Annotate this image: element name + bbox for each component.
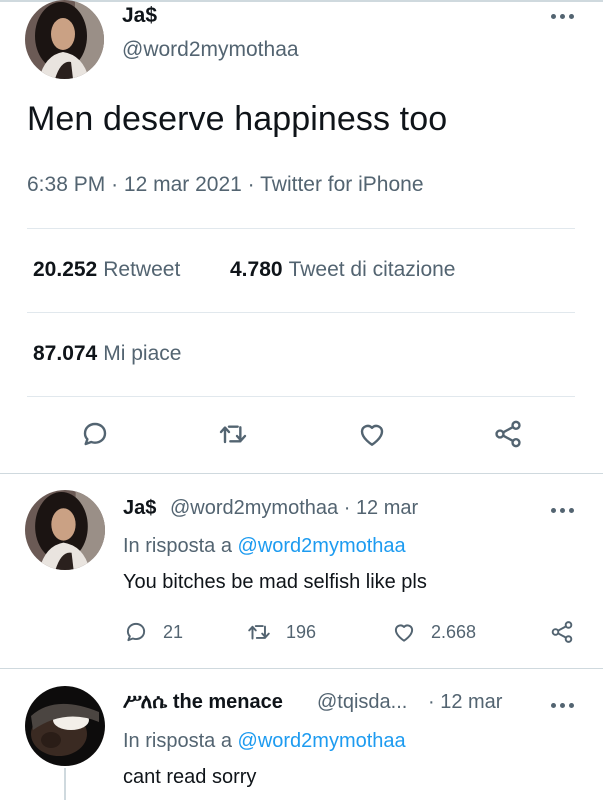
more-options-icon[interactable] [551, 14, 575, 20]
meta-separator: · [338, 497, 356, 519]
share-button[interactable] [492, 418, 524, 450]
avatar[interactable] [25, 686, 105, 766]
tweet-source[interactable]: Twitter for iPhone [260, 173, 423, 196]
main-tweet: Ja$ @word2mymothaa Men deserve happiness… [0, 0, 603, 474]
divider [27, 228, 575, 229]
reply-author-name[interactable]: ሥለሴ the menace [123, 691, 283, 714]
reply-author-handle[interactable]: @tqisda... [317, 691, 407, 714]
retweet-icon [219, 425, 247, 444]
quotes-count: 4.780 [230, 258, 283, 281]
more-options-icon[interactable] [551, 508, 575, 514]
in-reply-to: In risposta a @word2mymothaa [123, 730, 406, 753]
in-reply-handle-link[interactable]: @word2mymothaa [238, 730, 406, 752]
like-button[interactable]: 2.668 [391, 619, 476, 645]
tweet-time[interactable]: 6:38 PM [27, 173, 105, 196]
tweet-meta: 6:38 PM · 12 mar 2021 · Twitter for iPho… [27, 173, 424, 197]
reply-tweet[interactable]: ሥለሴ the menace @tqisda... · 12 mar In ri… [0, 669, 603, 800]
retweet-button[interactable]: 196 [246, 619, 316, 645]
divider [27, 396, 575, 397]
likes-stat[interactable]: 87.074 Mi piace [33, 342, 181, 366]
in-reply-prefix: In risposta a [123, 730, 232, 752]
retweets-count: 20.252 [33, 258, 98, 281]
meta-separator: · [428, 691, 441, 713]
reply-text: cant read sorry [123, 766, 257, 788]
in-reply-to: In risposta a @word2mymothaa [123, 535, 406, 558]
reply-text: You bitches be mad selfish like pls [123, 571, 427, 593]
reply-date[interactable]: 12 mar [440, 691, 502, 713]
meta-separator: · [111, 173, 124, 196]
like-icon [360, 424, 384, 446]
in-reply-handle-link[interactable]: @word2mymothaa [238, 535, 406, 557]
reply-date-group: · 12 mar [428, 691, 502, 714]
in-reply-prefix: In risposta a [123, 535, 232, 557]
retweet-button[interactable] [217, 418, 249, 450]
reply-button[interactable] [79, 418, 111, 450]
more-options-icon[interactable] [551, 703, 575, 709]
like-count: 2.668 [431, 621, 477, 642]
like-button[interactable] [356, 418, 388, 450]
quotes-label: Tweet di citazione [288, 258, 456, 281]
meta-separator: · [247, 173, 261, 196]
reply-count: 21 [163, 621, 184, 642]
reply-icon [83, 422, 107, 446]
reply-button[interactable]: 21 [123, 619, 183, 645]
reply-icon [126, 622, 146, 642]
quotes-stat[interactable]: 4.780 Tweet di citazione [230, 258, 456, 282]
share-button[interactable] [549, 619, 575, 645]
thread-connector-line [64, 768, 66, 800]
likes-count: 87.074 [33, 342, 98, 365]
reply-handle: @word2mymothaa [170, 497, 339, 519]
retweets-label: Retweet [103, 258, 181, 281]
reply-author-name[interactable]: Ja$ [123, 497, 156, 520]
reply-date[interactable]: 12 mar [356, 497, 418, 519]
tweet-date[interactable]: 12 mar 2021 [124, 173, 242, 196]
author-name[interactable]: Ja$ [122, 4, 157, 28]
retweets-stat[interactable]: 20.252 Retweet [33, 258, 180, 282]
reply-tweet[interactable]: Ja$ @word2mymothaa · 12 mar In risposta … [0, 474, 603, 668]
divider [27, 312, 575, 313]
tweet-text: Men deserve happiness too [27, 100, 448, 138]
author-handle[interactable]: @word2mymothaa [122, 38, 299, 62]
like-icon [394, 624, 414, 642]
retweet-count: 196 [286, 621, 317, 642]
share-icon [551, 621, 573, 643]
avatar[interactable] [25, 490, 105, 570]
retweet-icon [248, 625, 270, 640]
reply-author-handle[interactable]: @word2mymothaa · 12 mar [170, 497, 418, 520]
share-icon [495, 420, 521, 448]
avatar[interactable] [25, 0, 104, 79]
likes-label: Mi piace [103, 342, 182, 365]
